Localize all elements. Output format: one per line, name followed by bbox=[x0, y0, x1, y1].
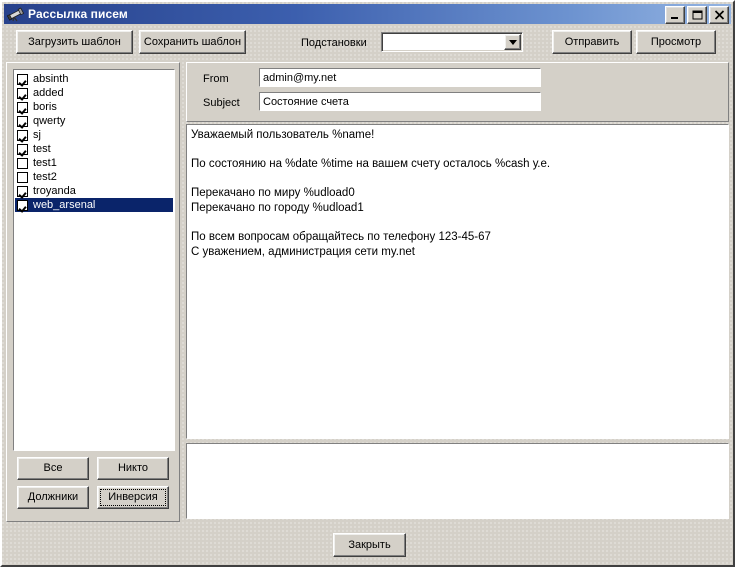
recipient-selection-buttons: Все Никто Должники Инверсия bbox=[7, 63, 179, 521]
minimize-icon[interactable] bbox=[665, 6, 685, 24]
from-label: From bbox=[203, 73, 229, 85]
recipients-panel: absinthaddedborisqwertysjtesttest1test2t… bbox=[6, 62, 180, 522]
invert-selection-label: Инверсия bbox=[108, 492, 158, 503]
maximize-icon[interactable] bbox=[687, 6, 707, 24]
load-template-button[interactable]: Загрузить шаблон bbox=[16, 30, 133, 54]
title-bar[interactable]: Рассылка писем bbox=[4, 4, 731, 24]
substitutions-label: Подстановки bbox=[301, 37, 387, 49]
select-none-button[interactable]: Никто bbox=[97, 457, 169, 480]
substitutions-combobox[interactable] bbox=[381, 32, 523, 52]
send-button[interactable]: Отправить bbox=[552, 30, 632, 54]
message-header-panel: From admin@my.net Subject Состояние счет… bbox=[186, 62, 729, 122]
subject-input[interactable]: Состояние счета bbox=[259, 92, 541, 111]
log-output[interactable] bbox=[186, 443, 729, 519]
telescope-icon bbox=[7, 6, 25, 22]
message-body-editor[interactable]: Уважаемый пользователь %name! По состоян… bbox=[186, 124, 729, 439]
window-controls bbox=[665, 6, 729, 24]
invert-selection-button[interactable]: Инверсия bbox=[97, 486, 169, 509]
close-button[interactable]: Закрыть bbox=[333, 533, 406, 557]
toolbar: Загрузить шаблон Сохранить шаблон Подста… bbox=[6, 26, 729, 58]
select-debtors-button[interactable]: Должники bbox=[17, 486, 89, 509]
close-icon[interactable] bbox=[709, 6, 729, 24]
subject-label: Subject bbox=[203, 97, 240, 109]
window-title: Рассылка писем bbox=[28, 7, 128, 21]
message-body-text[interactable]: Уважаемый пользователь %name! По состоян… bbox=[191, 128, 725, 259]
chevron-down-icon[interactable] bbox=[504, 34, 521, 50]
save-template-button[interactable]: Сохранить шаблон bbox=[139, 30, 246, 54]
mail-dispatch-window: Рассылка писем Загрузить шаблон bbox=[0, 0, 735, 567]
from-input[interactable]: admin@my.net bbox=[259, 68, 541, 87]
select-all-button[interactable]: Все bbox=[17, 457, 89, 480]
preview-button[interactable]: Просмотр bbox=[636, 30, 716, 54]
